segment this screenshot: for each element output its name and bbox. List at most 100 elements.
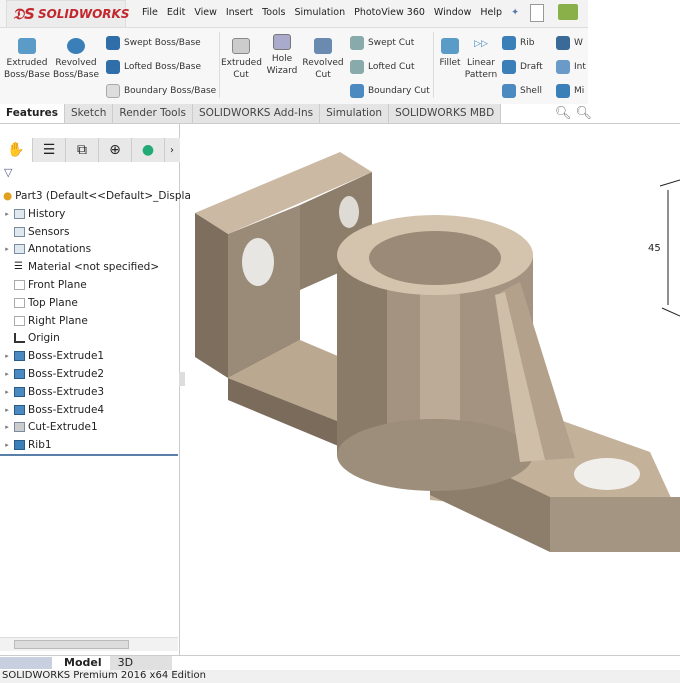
expand-arrow-icon[interactable]: ▸ bbox=[0, 388, 14, 396]
draft-button[interactable]: Draft bbox=[502, 60, 543, 74]
tab-simulation[interactable]: Simulation bbox=[320, 104, 390, 123]
configuration-manager-tab-icon[interactable]: ⧉ bbox=[66, 138, 99, 162]
lofted-boss-icon bbox=[106, 60, 120, 74]
plane-icon bbox=[14, 315, 25, 326]
boss-extrude-icon bbox=[14, 386, 25, 397]
part-icon: ● bbox=[3, 189, 13, 202]
extruded-cut-button[interactable]: Extruded Cut bbox=[221, 38, 262, 81]
scrollbar-thumb[interactable] bbox=[14, 640, 129, 649]
tree-item-boss-extrude1[interactable]: ▸ Boss-Extrude1 bbox=[0, 347, 180, 365]
cut-extrude-icon bbox=[14, 422, 25, 433]
swept-boss-icon bbox=[106, 36, 120, 50]
tree-item-boss-extrude2[interactable]: ▸ Boss-Extrude2 bbox=[0, 365, 180, 383]
revolved-cut-button[interactable]: Revolved Cut bbox=[302, 38, 344, 81]
lofted-cut-button[interactable]: Lofted Cut bbox=[350, 60, 415, 74]
revolved-cut-icon bbox=[314, 38, 332, 54]
tab-mbd[interactable]: SOLIDWORKS MBD bbox=[389, 104, 502, 123]
horizontal-scrollbar[interactable] bbox=[0, 637, 178, 651]
extruded-boss-button[interactable]: Extruded Boss/Base bbox=[4, 38, 50, 81]
tree-item-history[interactable]: ▸ History bbox=[0, 205, 180, 223]
menu-file[interactable]: File bbox=[142, 7, 158, 18]
swept-cut-button[interactable]: Swept Cut bbox=[350, 36, 414, 50]
display-manager-tab-icon[interactable]: ● bbox=[132, 138, 165, 162]
tab-scroll-arrows[interactable] bbox=[0, 657, 52, 669]
menu-insert[interactable]: Insert bbox=[226, 7, 253, 18]
tree-item-boss-extrude4[interactable]: ▸ Boss-Extrude4 bbox=[0, 401, 180, 419]
expand-arrow-icon[interactable]: ▸ bbox=[0, 370, 14, 378]
boundary-cut-icon bbox=[350, 84, 364, 98]
lofted-boss-button[interactable]: Lofted Boss/Base bbox=[106, 60, 201, 74]
expand-arrow-icon[interactable]: ▸ bbox=[0, 210, 14, 218]
wrap-button[interactable]: W bbox=[556, 36, 583, 50]
more-tabs-chevron-icon[interactable]: › bbox=[165, 138, 179, 162]
tree-item-annotations[interactable]: ▸ Annotations bbox=[0, 241, 180, 259]
feature-tree-tab-icon[interactable]: ✋ bbox=[0, 138, 33, 162]
origin-icon bbox=[14, 333, 25, 344]
hole-wizard-button[interactable]: Hole Wizard bbox=[262, 34, 302, 77]
dimension-label[interactable]: 45 bbox=[648, 243, 661, 254]
property-manager-tab-icon[interactable]: ☰ bbox=[33, 138, 66, 162]
boss-extrude-icon bbox=[14, 351, 25, 362]
annotations-icon bbox=[14, 244, 25, 255]
menu-tools[interactable]: Tools bbox=[262, 7, 285, 18]
intersect-button[interactable]: Int bbox=[556, 60, 586, 74]
boundary-boss-button[interactable]: Boundary Boss/Base bbox=[106, 84, 216, 98]
tree-item-front-plane[interactable]: Front Plane bbox=[0, 276, 180, 294]
shell-button[interactable]: Shell bbox=[502, 84, 542, 98]
tree-item-origin[interactable]: Origin bbox=[0, 330, 180, 348]
extruded-cut-icon bbox=[232, 38, 250, 54]
menu-photoview[interactable]: PhotoView 360 bbox=[354, 7, 425, 18]
menu-view[interactable]: View bbox=[194, 7, 217, 18]
filter-icon[interactable]: ▽ bbox=[4, 166, 12, 179]
rollback-bar[interactable] bbox=[0, 454, 178, 456]
swept-boss-button[interactable]: Swept Boss/Base bbox=[106, 36, 201, 50]
tab-sketch[interactable]: Sketch bbox=[65, 104, 114, 123]
dimxpert-tab-icon[interactable]: ⊕ bbox=[99, 138, 132, 162]
tab-addins[interactable]: SOLIDWORKS Add-Ins bbox=[192, 104, 321, 123]
draft-icon bbox=[502, 60, 516, 74]
boss-extrude-icon bbox=[14, 369, 25, 380]
blank-region bbox=[588, 0, 680, 104]
pin-icon[interactable]: ✦ bbox=[511, 7, 519, 18]
expand-arrow-icon[interactable]: ▸ bbox=[0, 352, 14, 360]
swept-cut-icon bbox=[350, 36, 364, 50]
expand-arrow-icon[interactable]: ▸ bbox=[0, 423, 14, 431]
arm-hole bbox=[574, 458, 640, 490]
3d-viewport[interactable]: 45 bbox=[181, 124, 680, 655]
title-bar: 𝔇S SOLIDWORKS File Edit View Insert Tools… bbox=[0, 0, 680, 104]
solidworks-logo[interactable]: 𝔇S SOLIDWORKS bbox=[6, 0, 129, 28]
tab-model[interactable]: Model bbox=[56, 656, 110, 670]
zoom-to-fit-icon[interactable]: 🔍︎ bbox=[555, 106, 572, 121]
tree-item-sensors[interactable]: Sensors bbox=[0, 223, 180, 241]
tab-render-tools[interactable]: Render Tools bbox=[113, 104, 193, 123]
menu-simulation[interactable]: Simulation bbox=[295, 7, 346, 18]
expand-arrow-icon[interactable]: ▸ bbox=[0, 245, 14, 253]
rib-button[interactable]: Rib bbox=[502, 36, 534, 50]
command-manager-ribbon: Extruded Boss/Base Revolved Boss/Base Sw… bbox=[0, 28, 588, 104]
expand-arrow-icon[interactable]: ▸ bbox=[0, 441, 14, 449]
revolved-boss-button[interactable]: Revolved Boss/Base bbox=[52, 38, 100, 81]
tab-3d-views[interactable]: 3D Views bbox=[109, 656, 172, 682]
linear-pattern-button[interactable]: ▷▷ Linear Pattern bbox=[464, 38, 498, 81]
block-hole bbox=[242, 238, 274, 286]
menu-window[interactable]: Window bbox=[434, 7, 471, 18]
fillet-button[interactable]: Fillet bbox=[436, 38, 464, 69]
tree-root-part[interactable]: ● Part3 (Default<<Default>_Displa bbox=[0, 187, 191, 205]
menu-help[interactable]: Help bbox=[480, 7, 502, 18]
mirror-button[interactable]: Mi bbox=[556, 84, 584, 98]
tree-item-right-plane[interactable]: Right Plane bbox=[0, 312, 180, 330]
zoom-icons[interactable]: 🔍︎ 🔍︎ bbox=[555, 106, 592, 123]
tree-item-cut-extrude1[interactable]: ▸ Cut-Extrude1 bbox=[0, 419, 180, 437]
expand-arrow-icon[interactable]: ▸ bbox=[0, 406, 14, 414]
tree-item-material[interactable]: ☰ Material <not specified> bbox=[0, 258, 180, 276]
menu-edit[interactable]: Edit bbox=[167, 7, 185, 18]
panel-tabs: ✋ ☰ ⧉ ⊕ ● › bbox=[0, 138, 180, 162]
tree-item-top-plane[interactable]: Top Plane bbox=[0, 294, 180, 312]
open-document-icon[interactable] bbox=[558, 4, 578, 20]
zoom-area-icon[interactable]: 🔍︎ bbox=[575, 106, 592, 121]
tree-item-rib1[interactable]: ▸ Rib1 bbox=[0, 436, 180, 454]
tab-features[interactable]: Features bbox=[0, 104, 65, 123]
tree-item-boss-extrude3[interactable]: ▸ Boss-Extrude3 bbox=[0, 383, 180, 401]
boundary-cut-button[interactable]: Boundary Cut bbox=[350, 84, 430, 98]
new-document-icon[interactable] bbox=[530, 4, 544, 22]
